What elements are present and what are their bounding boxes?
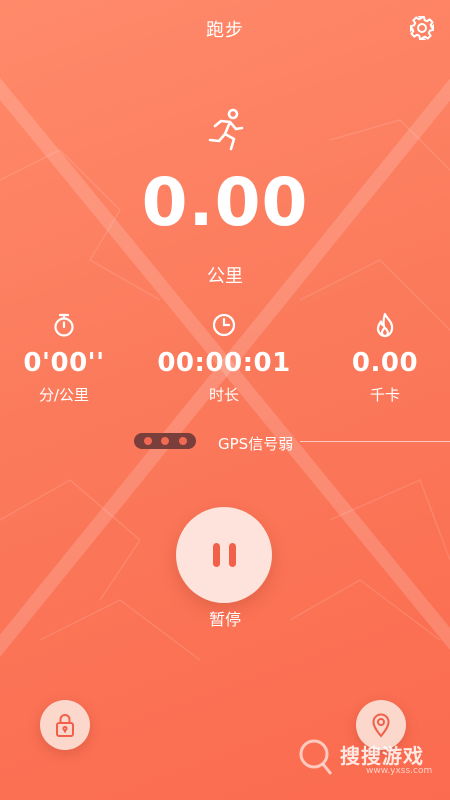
lock-icon: [56, 713, 74, 737]
magnifier-logo: [299, 739, 333, 775]
running-icon: [208, 108, 244, 151]
stat-pace: 0'00'' 分/公里: [0, 312, 139, 405]
calories-label: 千卡: [369, 386, 400, 404]
divider: [300, 441, 450, 442]
gps-signal-indicator: [134, 433, 196, 449]
calories-value: 0.00: [351, 348, 419, 378]
clock-icon: [212, 313, 236, 337]
stopwatch-icon: [54, 313, 74, 337]
top-bar: 跑步: [0, 0, 450, 56]
watermark-subtext: www.yxss.com: [366, 766, 433, 776]
duration-value: 00:00:01: [157, 348, 291, 378]
watermark-logo: 搜搜游戏 www.yxss.com: [296, 734, 446, 784]
distance-unit: 公里: [207, 266, 243, 287]
stat-duration: 00:00:01 时长: [149, 312, 299, 405]
page-title: 跑步: [206, 20, 244, 41]
gear-icon[interactable]: [408, 14, 436, 42]
distance-value: 0.00: [141, 164, 309, 241]
pause-icon: [212, 543, 236, 567]
stat-calories: 0.00 千卡: [310, 312, 450, 405]
gps-status: GPS信号弱: [0, 430, 450, 454]
lock-button[interactable]: [40, 700, 90, 750]
pace-value: 0'00'': [23, 348, 105, 378]
pause-label: 暂停: [208, 610, 241, 629]
pause-button[interactable]: [176, 507, 272, 603]
gps-status-text: GPS信号弱: [218, 435, 294, 453]
flame-icon: [376, 312, 394, 338]
watermark-text: 搜搜游戏: [340, 744, 424, 768]
pace-label: 分/公里: [38, 386, 90, 404]
duration-label: 时长: [208, 386, 239, 404]
